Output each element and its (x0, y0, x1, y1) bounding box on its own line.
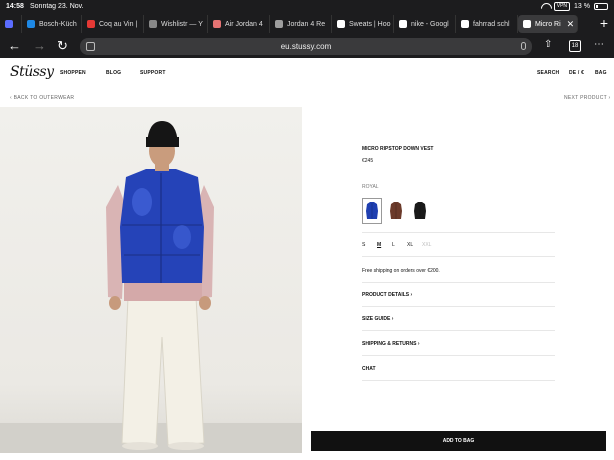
tab-label: Micro Ri (535, 20, 561, 28)
tab-label: fahrrad schl (473, 20, 510, 28)
nav-support[interactable]: SUPPORT (140, 70, 166, 76)
tab-favicon-icon (275, 20, 283, 28)
product-photo (0, 107, 302, 453)
wifi-icon (541, 3, 550, 10)
tab-favicon-icon (213, 20, 221, 28)
tab-favicon-icon (461, 20, 469, 28)
tab-favicon-icon (87, 20, 95, 28)
size-option[interactable]: M (377, 242, 392, 248)
battery-percent: 13 % (574, 3, 590, 10)
browser-tab[interactable]: Coq au Vin | (82, 15, 144, 33)
vest-swatch-icon (414, 202, 426, 219)
new-tab-button[interactable]: + (600, 14, 608, 32)
divider (362, 256, 555, 257)
color-name: ROYAL (362, 184, 379, 190)
back-button[interactable]: ← (8, 38, 21, 54)
reload-button[interactable]: ↻ (57, 38, 68, 54)
accordion-item[interactable]: SIZE GUIDE › (362, 316, 393, 322)
browser-tab[interactable]: Sweats | Hoo (332, 15, 394, 33)
microphone-icon[interactable] (521, 42, 526, 50)
tab-favicon-icon (27, 20, 35, 28)
browser-chrome: 14:58 Sonntag 23. Nov. VPN 13 % Bosch-Kü… (0, 0, 614, 58)
tab-favicon-icon (5, 20, 13, 28)
browser-tab[interactable]: fahrrad schl (456, 15, 518, 33)
vest-swatch-icon (366, 202, 378, 219)
accordion-item[interactable]: PRODUCT DETAILS › (362, 292, 412, 298)
tab-label: nike - Googl (411, 20, 449, 28)
color-swatch[interactable] (386, 198, 406, 224)
tab-bar: Bosch-Küch Coq au Vin | Wishlistr — Y Air J… (0, 14, 614, 34)
browser-tab[interactable]: Air Jordan 4 (208, 15, 270, 33)
browser-tab[interactable]: Wishlistr — Y (144, 15, 208, 33)
browser-tab[interactable]: Micro Ri ✕ (518, 15, 578, 33)
more-menu-icon[interactable]: ⋯ (594, 39, 604, 50)
tab-label: Coq au Vin | (99, 20, 138, 28)
shipping-note: Free shipping on orders over €200. (362, 268, 440, 274)
browser-tab[interactable]: nike - Googl (394, 15, 456, 33)
accordion-item[interactable]: CHAT (362, 366, 376, 372)
nav-shop[interactable]: SHOPPEN (60, 70, 86, 76)
browser-tab[interactable]: Jordan 4 Re (270, 15, 332, 33)
size-option[interactable]: XL (407, 242, 422, 248)
share-icon[interactable]: ⇧ (544, 39, 552, 50)
back-to-outerwear-link[interactable]: ‹ BACK TO OUTERWEAR (10, 95, 74, 101)
tab-label: Bosch-Küch (39, 20, 77, 28)
divider (362, 330, 555, 331)
battery-icon (594, 3, 608, 10)
nav-bag[interactable]: BAG (595, 70, 607, 76)
url-text: eu.stussy.com (280, 42, 332, 51)
size-option[interactable]: L (392, 242, 407, 248)
product-price: €245 (362, 158, 374, 164)
address-bar[interactable]: eu.stussy.com (80, 38, 532, 55)
nav-locale[interactable]: DE / € (569, 70, 584, 76)
vest-swatch-icon (390, 202, 402, 219)
divider (362, 380, 555, 381)
add-to-bag-button[interactable]: ADD TO BAG (311, 431, 606, 451)
color-swatches (362, 198, 430, 224)
color-swatch[interactable] (362, 198, 382, 224)
divider (362, 232, 555, 233)
tab-count-button[interactable]: 18 (569, 40, 581, 52)
divider (362, 355, 555, 356)
product-title: MICRO RIPSTOP DOWN VEST (362, 146, 434, 152)
browser-tab[interactable] (0, 15, 22, 33)
tab-label: Sweats | Hoo (349, 20, 391, 28)
status-time: 14:58 (6, 3, 24, 10)
accordion-item[interactable]: SHIPPING & RETURNS › (362, 341, 420, 347)
status-date: Sonntag 23. Nov. (30, 3, 84, 10)
tab-favicon-icon (149, 20, 157, 28)
tab-label: Air Jordan 4 (225, 20, 263, 28)
nav-blog[interactable]: BLOG (106, 70, 121, 76)
divider (362, 306, 555, 307)
address-row: ← → ↻ eu.stussy.com ⇧ 18 ⋯ (0, 36, 614, 58)
forward-button[interactable]: → (33, 38, 46, 54)
tab-label: Jordan 4 Re (287, 20, 326, 28)
tab-label: Wishlistr — Y (161, 20, 203, 28)
next-product-link[interactable]: NEXT PRODUCT › (564, 95, 611, 101)
nav-search[interactable]: SEARCH (537, 70, 559, 76)
browser-tab[interactable]: Bosch-Küch (22, 15, 82, 33)
vpn-badge: VPN (553, 2, 571, 11)
size-selector: S M L XL XXL (362, 242, 437, 248)
tab-favicon-icon (337, 20, 345, 28)
color-swatch[interactable] (410, 198, 430, 224)
stussy-logo[interactable]: Stüssy (10, 64, 54, 80)
size-option[interactable]: S (362, 242, 377, 248)
tab-favicon-icon (399, 20, 407, 28)
status-bar: 14:58 Sonntag 23. Nov. VPN 13 % (0, 0, 614, 14)
size-option[interactable]: XXL (422, 242, 437, 248)
tab-favicon-icon (523, 20, 531, 28)
divider (362, 282, 555, 283)
close-tab-icon[interactable]: ✕ (567, 19, 575, 30)
